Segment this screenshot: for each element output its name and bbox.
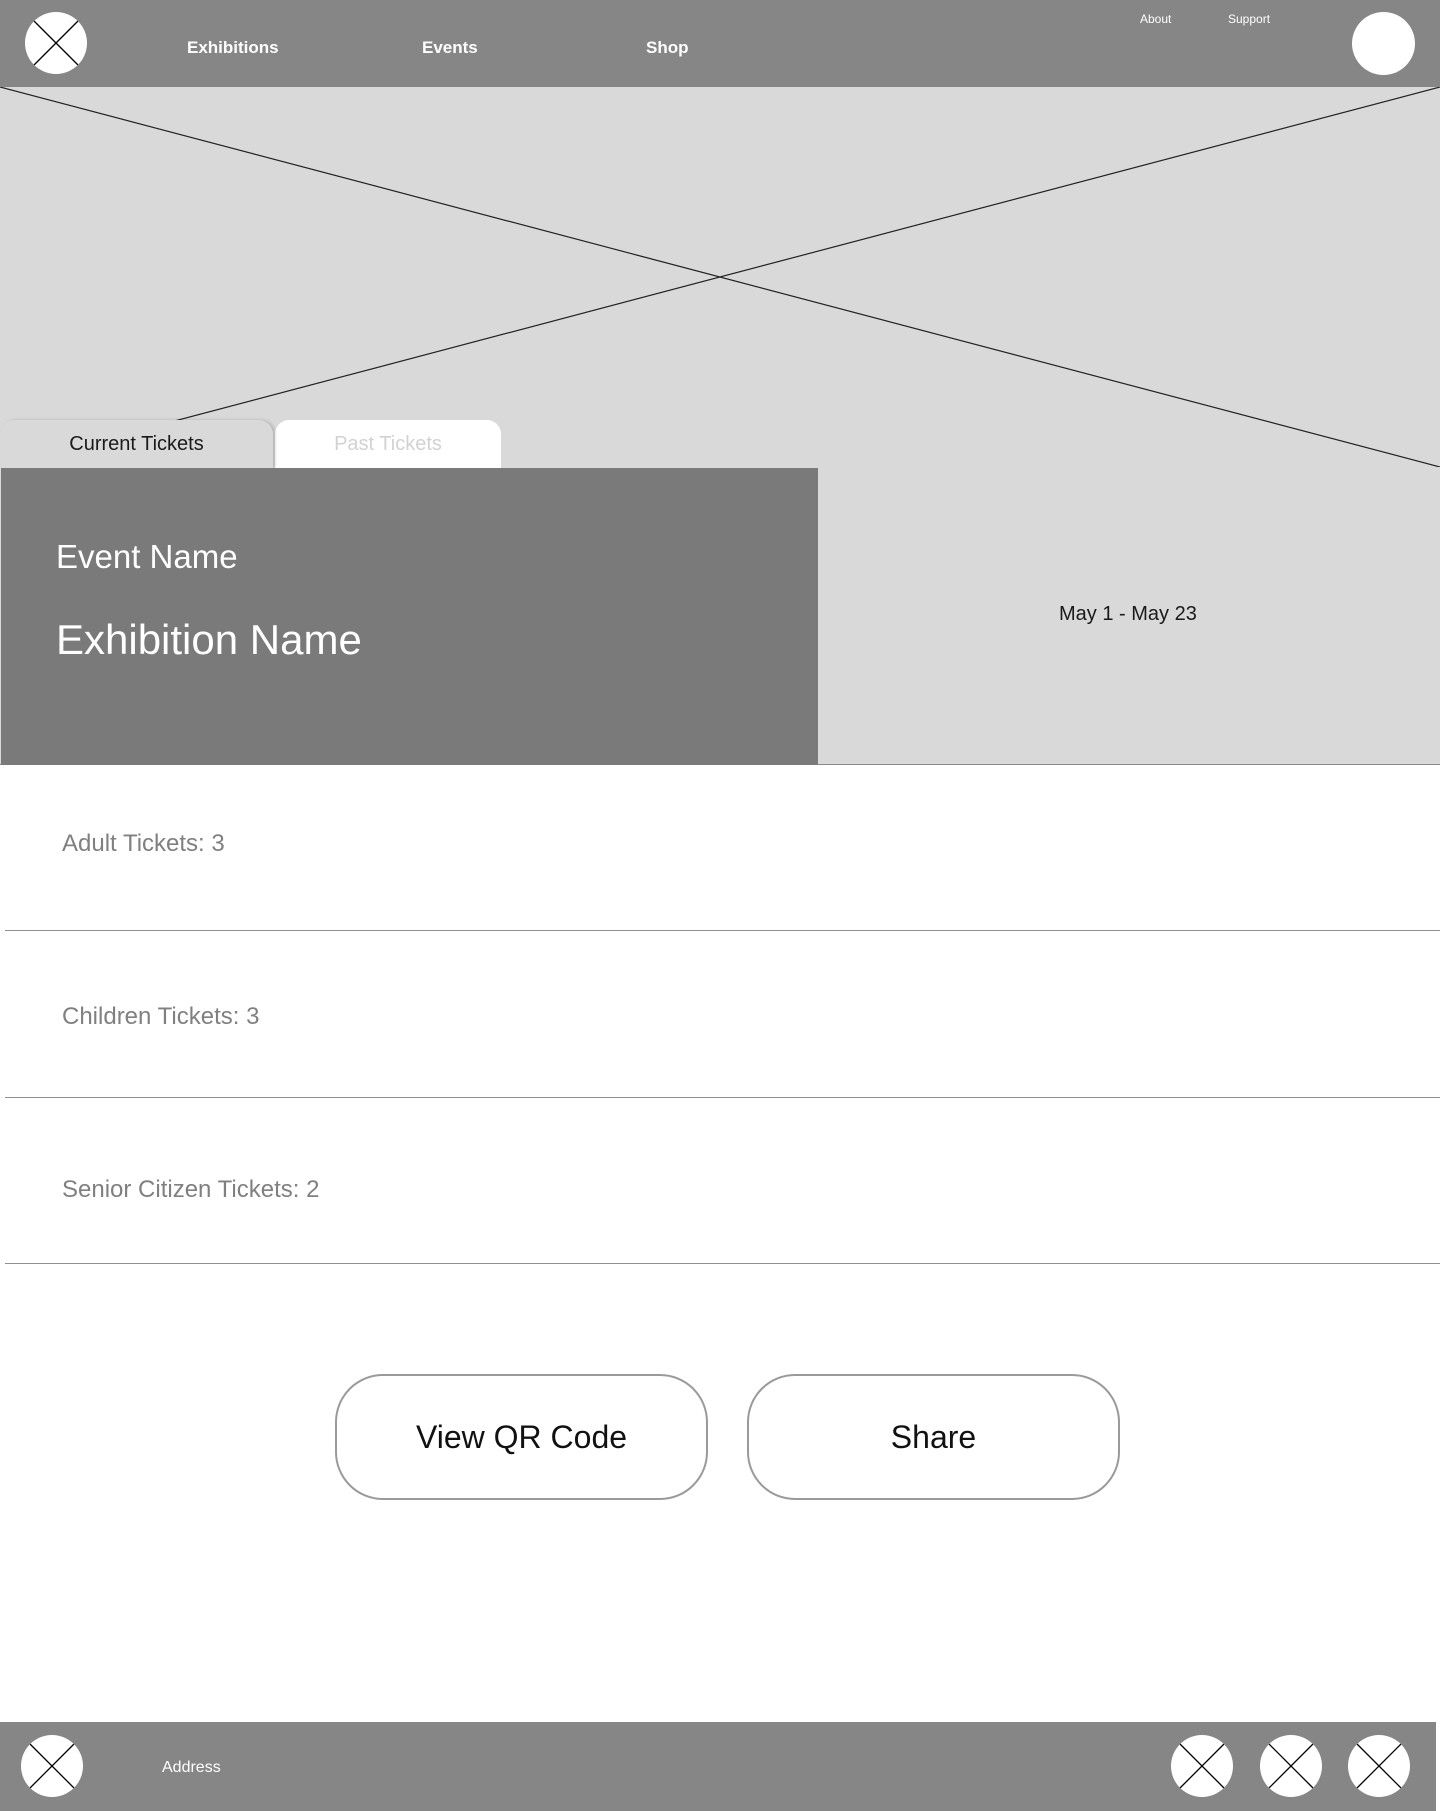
hero-image-placeholder (0, 87, 1440, 467)
user-avatar[interactable] (1352, 12, 1415, 75)
footer-address: Address (162, 1759, 221, 1776)
placeholder-x-icon (1179, 1743, 1225, 1789)
tab-current-tickets-label: Current Tickets (69, 432, 204, 455)
footer-logo-placeholder-icon[interactable] (21, 1735, 83, 1797)
children-tickets-label: Children Tickets: 3 (62, 1003, 260, 1030)
social-icon-1[interactable] (1171, 1735, 1233, 1797)
event-name: Event Name (56, 538, 238, 575)
view-qr-code-button[interactable]: View QR Code (335, 1374, 708, 1500)
site-header: Exhibitions Events Shop About Support (0, 0, 1440, 87)
share-button[interactable]: Share (747, 1374, 1120, 1500)
logo-placeholder-icon[interactable] (25, 12, 87, 74)
nav-shop[interactable]: Shop (646, 38, 689, 58)
social-icon-3[interactable] (1348, 1735, 1410, 1797)
placeholder-x-icon (1356, 1743, 1402, 1789)
ticket-row-adult: Adult Tickets: 3 (5, 765, 1440, 931)
nav-events[interactable]: Events (422, 38, 478, 58)
ticket-row-senior: Senior Citizen Tickets: 2 (5, 1098, 1440, 1264)
hero-banner: Current Tickets Past Tickets Event Name … (0, 87, 1440, 765)
exhibition-name: Exhibition Name (56, 616, 362, 663)
image-placeholder-icon (0, 87, 1440, 467)
about-link[interactable]: About (1140, 12, 1171, 26)
social-icon-2[interactable] (1260, 1735, 1322, 1797)
tab-past-tickets-label: Past Tickets (334, 432, 442, 455)
adult-tickets-label: Adult Tickets: 3 (62, 830, 225, 857)
tab-current-tickets[interactable]: Current Tickets (0, 420, 273, 468)
placeholder-x-icon (1268, 1743, 1314, 1789)
site-footer: Address (0, 1722, 1436, 1811)
senior-tickets-label: Senior Citizen Tickets: 2 (62, 1176, 320, 1203)
date-range: May 1 - May 23 (1059, 603, 1197, 625)
support-link[interactable]: Support (1228, 12, 1270, 26)
placeholder-x-icon (33, 20, 79, 66)
tab-past-tickets[interactable]: Past Tickets (275, 420, 501, 468)
event-info-panel: Event Name Exhibition Name (1, 468, 818, 765)
placeholder-x-icon (29, 1743, 75, 1789)
nav-exhibitions[interactable]: Exhibitions (187, 38, 279, 58)
ticket-row-children: Children Tickets: 3 (5, 931, 1440, 1098)
